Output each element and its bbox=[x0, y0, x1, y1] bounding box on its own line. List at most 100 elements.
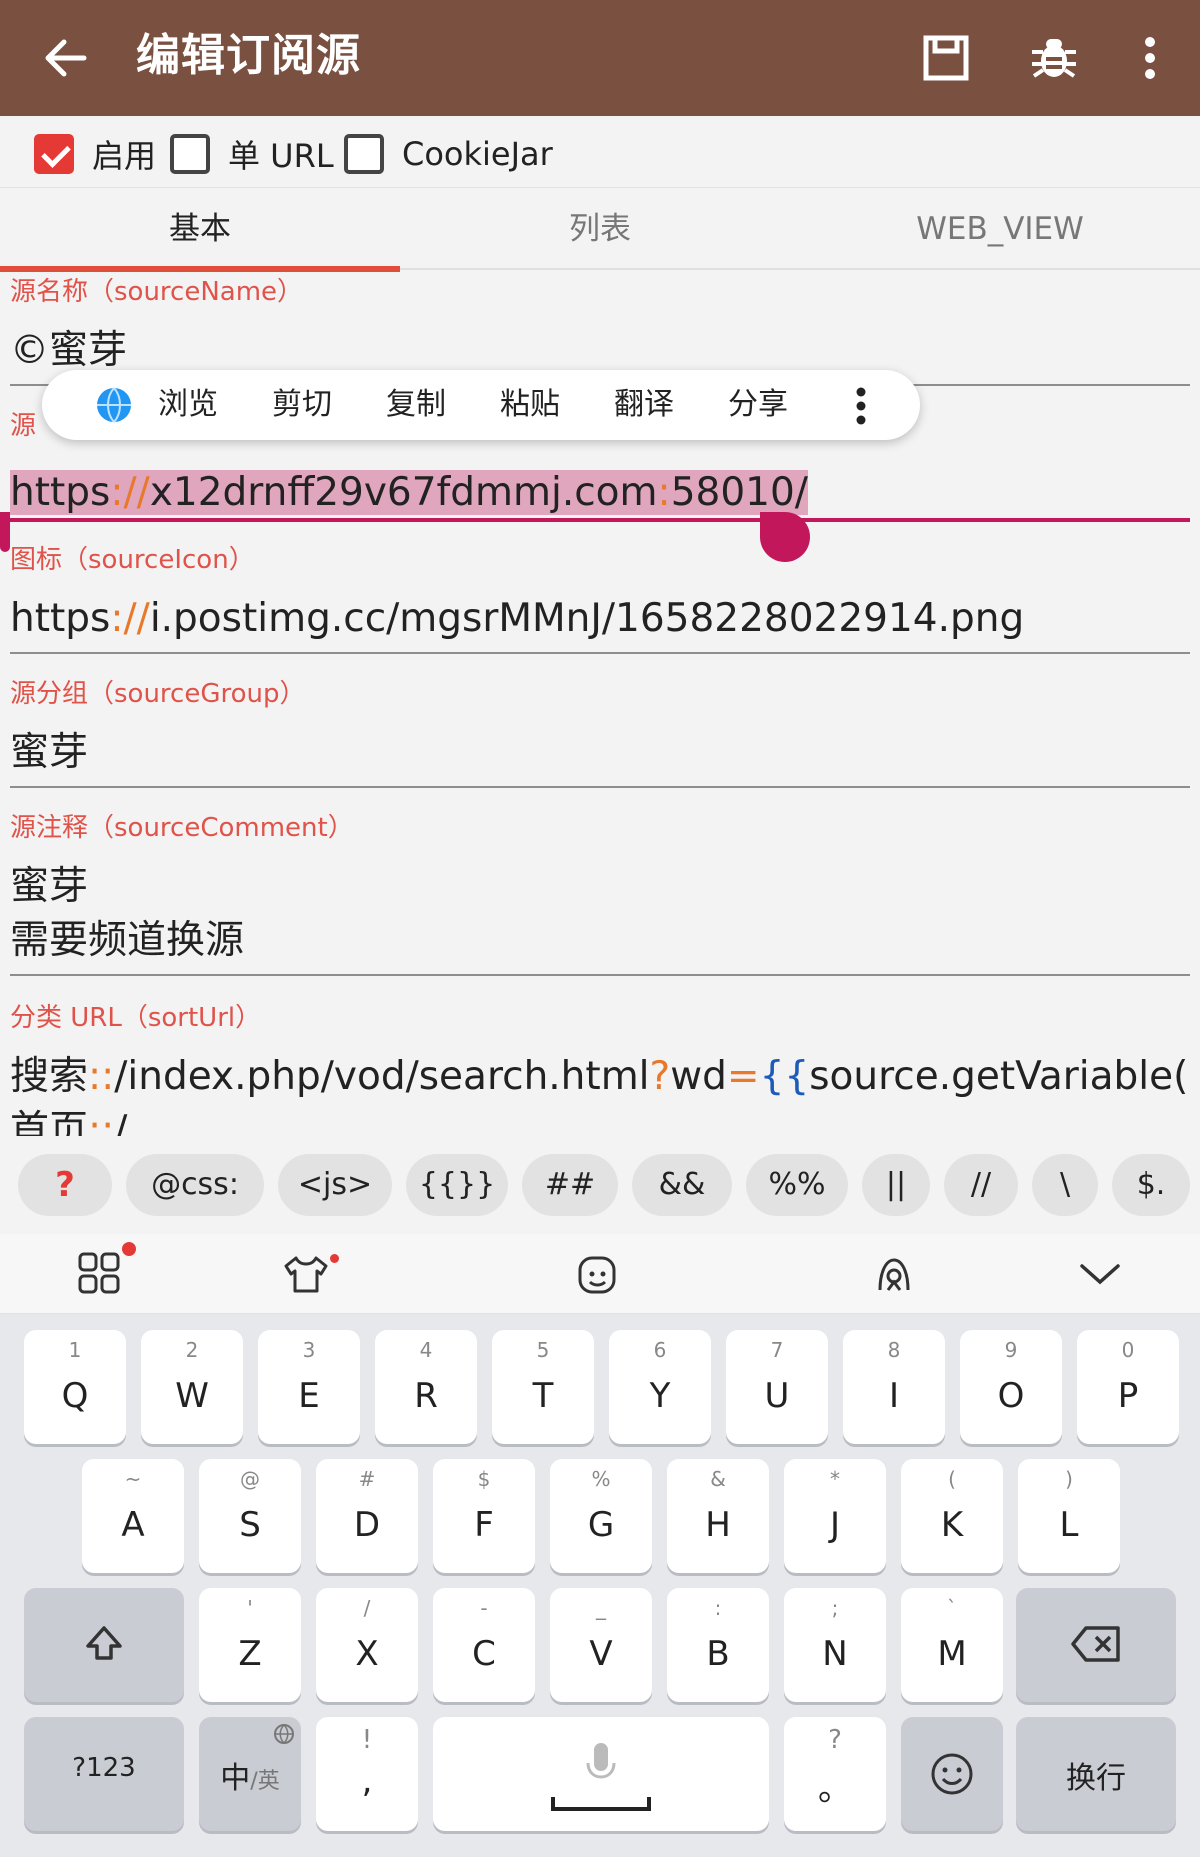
sort-url-field[interactable]: 分类 URL（sortUrl） 搜索::/index.php/vod/searc… bbox=[10, 1000, 1190, 1136]
key-c[interactable]: -C bbox=[433, 1588, 535, 1702]
save-icon[interactable] bbox=[916, 28, 976, 88]
source-comment-label: 源注释（sourceComment） bbox=[10, 813, 354, 843]
space-key[interactable] bbox=[433, 1717, 769, 1831]
key-u[interactable]: 7U bbox=[726, 1330, 828, 1444]
backspace-icon bbox=[1071, 1626, 1120, 1662]
key-n[interactable]: ; N bbox=[784, 1588, 886, 1702]
globe-small-icon bbox=[274, 1724, 294, 1744]
single-url-label: 单 URL bbox=[228, 137, 334, 175]
toolbar-share[interactable]: 分享 bbox=[728, 370, 788, 440]
source-comment-line1[interactable]: 蜜芽 bbox=[10, 860, 1190, 914]
language-switch-key[interactable]: 中/英 bbox=[199, 1717, 301, 1831]
back-arrow-icon[interactable] bbox=[38, 30, 94, 86]
smiley-icon bbox=[931, 1753, 973, 1795]
checkbox-unchecked-icon bbox=[170, 134, 210, 174]
page-title: 编辑订阅源 bbox=[136, 30, 361, 81]
key-g[interactable]: % G bbox=[550, 1459, 652, 1573]
more-vert-icon[interactable] bbox=[1120, 28, 1180, 88]
toolbar-more-icon[interactable] bbox=[852, 386, 870, 426]
key-s[interactable]: @ S bbox=[199, 1459, 301, 1573]
period-key[interactable]: ?。 bbox=[784, 1717, 886, 1831]
source-comment-line2[interactable]: 需要频道换源 bbox=[10, 914, 1190, 968]
key-k[interactable]: (K bbox=[901, 1459, 1003, 1573]
source-icon-label: 图标（sourceIcon） bbox=[10, 545, 255, 575]
source-url-value[interactable]: https://x12drnff29v67fdmmj.com:58010/ bbox=[10, 466, 1190, 520]
key-t[interactable]: 5T bbox=[492, 1330, 594, 1444]
key-v[interactable]: _ V bbox=[550, 1588, 652, 1702]
key-p[interactable]: 0P bbox=[1077, 1330, 1179, 1444]
handwriting-icon[interactable] bbox=[868, 1248, 920, 1300]
divider bbox=[10, 786, 1190, 788]
key-x[interactable]: / X bbox=[316, 1588, 418, 1702]
source-icon-value[interactable]: https://i.postimg.cc/mgsrMMnJ/1658228022… bbox=[10, 592, 1190, 646]
sort-url-line1[interactable]: 搜索::/index.php/vod/search.html?wd={{sour… bbox=[10, 1050, 1190, 1104]
key-o[interactable]: 9O bbox=[960, 1330, 1062, 1444]
source-group-value[interactable]: 蜜芽 bbox=[10, 726, 1190, 780]
symbol-backslash[interactable]: \ bbox=[1032, 1154, 1098, 1216]
key-l[interactable]: ) L bbox=[1018, 1459, 1120, 1573]
symbol-js[interactable]: <js> bbox=[278, 1154, 392, 1216]
app-bar: 编辑订阅源 bbox=[0, 0, 1200, 116]
shift-arrow-icon bbox=[86, 1626, 122, 1660]
enter-key[interactable]: 换行 bbox=[1016, 1717, 1176, 1831]
key-e[interactable]: 3E bbox=[258, 1330, 360, 1444]
key-d[interactable]: # D bbox=[316, 1459, 418, 1573]
tab-basic[interactable]: 基本 bbox=[0, 188, 400, 272]
shift-key[interactable] bbox=[24, 1588, 184, 1702]
options-row: 启用 单 URL CookieJar bbox=[0, 116, 1200, 188]
emoji-key[interactable] bbox=[901, 1717, 1003, 1831]
comma-key[interactable]: !, bbox=[316, 1717, 418, 1831]
checkbox-unchecked-icon bbox=[344, 134, 384, 174]
emoji-face-icon[interactable] bbox=[572, 1248, 624, 1300]
key-w[interactable]: 2W bbox=[141, 1330, 243, 1444]
toolbar-browse[interactable]: 浏览 bbox=[158, 370, 218, 440]
symbol-help[interactable]: ? bbox=[18, 1154, 112, 1216]
notification-dot bbox=[122, 1242, 136, 1256]
key-r[interactable]: 4R bbox=[375, 1330, 477, 1444]
key-m[interactable]: ` M bbox=[901, 1588, 1003, 1702]
symbol-or[interactable]: || bbox=[862, 1154, 930, 1216]
toolbar-cut[interactable]: 剪切 bbox=[272, 370, 332, 440]
toolbar-translate[interactable]: 翻译 bbox=[614, 370, 674, 440]
skin-shirt-icon[interactable] bbox=[280, 1248, 332, 1300]
key-q[interactable]: 1Q bbox=[24, 1330, 126, 1444]
symbol-percent[interactable]: %% bbox=[746, 1154, 848, 1216]
key-a[interactable]: ~ A bbox=[82, 1459, 184, 1573]
numbers-key[interactable]: ?123 bbox=[24, 1717, 184, 1831]
cookiejar-checkbox[interactable]: CookieJar bbox=[344, 132, 553, 176]
symbol-and[interactable]: && bbox=[632, 1154, 732, 1216]
space-bar-icon bbox=[551, 1797, 651, 1811]
tab-list[interactable]: 列表 bbox=[400, 188, 800, 270]
backspace-key[interactable] bbox=[1016, 1588, 1176, 1702]
tab-webview[interactable]: WEB_VIEW bbox=[800, 188, 1200, 270]
bug-icon[interactable] bbox=[1024, 28, 1084, 88]
browser-globe-icon[interactable] bbox=[96, 387, 132, 423]
key-j[interactable]: * J bbox=[784, 1459, 886, 1573]
selection-start-handle[interactable] bbox=[0, 512, 10, 552]
source-comment-field[interactable]: 源注释（sourceComment） 蜜芽 需要频道换源 bbox=[10, 810, 1190, 978]
key-f[interactable]: $ F bbox=[433, 1459, 535, 1573]
enable-checkbox[interactable]: 启用 bbox=[34, 132, 156, 176]
key-z[interactable]: ' Z bbox=[199, 1588, 301, 1702]
key-i[interactable]: 8I bbox=[843, 1330, 945, 1444]
source-group-field[interactable]: 源分组（sourceGroup） 蜜芽 bbox=[10, 676, 1190, 788]
toolbar-copy[interactable]: 复制 bbox=[386, 370, 446, 440]
apps-grid-icon[interactable] bbox=[74, 1248, 126, 1300]
key-h[interactable]: & H bbox=[667, 1459, 769, 1573]
source-group-label: 源分组（sourceGroup） bbox=[10, 679, 306, 709]
sort-url-line2[interactable]: 首页::/ bbox=[10, 1104, 1190, 1136]
source-icon-field[interactable]: 图标（sourceIcon） https://i.postimg.cc/mgsr… bbox=[10, 542, 1190, 654]
toolbar-paste[interactable]: 粘贴 bbox=[500, 370, 560, 440]
key-b[interactable]: :B bbox=[667, 1588, 769, 1702]
screen: 编辑订阅源 启用 单 URL CookieJar 基本 列表 WEB_VIEW … bbox=[0, 0, 1200, 1857]
single-url-checkbox[interactable]: 单 URL bbox=[170, 132, 334, 176]
cookiejar-label: CookieJar bbox=[402, 135, 553, 173]
symbol-slashes[interactable]: // bbox=[944, 1154, 1018, 1216]
collapse-keyboard-icon[interactable] bbox=[1074, 1248, 1126, 1300]
symbol-dollar[interactable]: $. bbox=[1112, 1154, 1190, 1216]
symbol-css[interactable]: @css: bbox=[126, 1154, 264, 1216]
symbol-braces[interactable]: {{}} bbox=[406, 1154, 508, 1216]
tab-bar: 基本 列表 WEB_VIEW bbox=[0, 188, 1200, 272]
symbol-hash[interactable]: ## bbox=[522, 1154, 618, 1216]
key-y[interactable]: 6Y bbox=[609, 1330, 711, 1444]
